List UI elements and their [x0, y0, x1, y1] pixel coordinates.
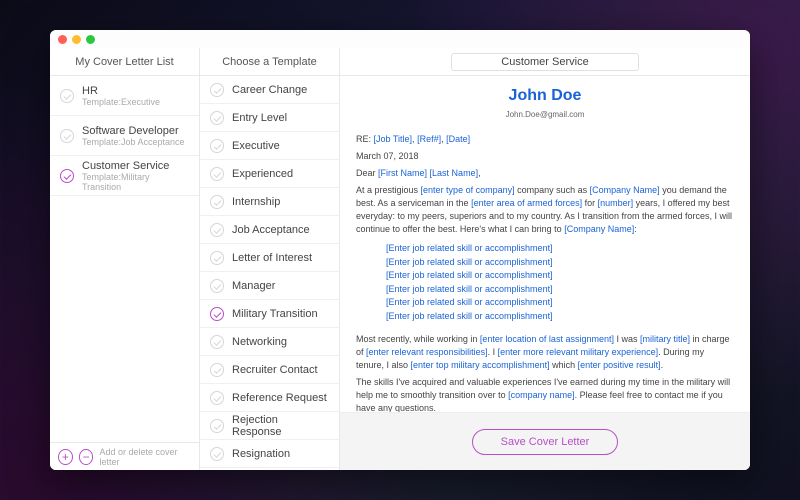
check-icon	[210, 195, 224, 209]
minimize-icon[interactable]	[72, 35, 81, 44]
bullet-item: [Enter job related skill or accomplishme…	[386, 310, 734, 324]
template-item[interactable]: Entry Level	[200, 104, 339, 132]
template-item[interactable]: Job Acceptance	[200, 216, 339, 244]
date-line: March 07, 2018	[356, 150, 734, 163]
template-label: Entry Level	[232, 112, 287, 124]
check-icon	[210, 111, 224, 125]
maximize-icon[interactable]	[86, 35, 95, 44]
main-columns: My Cover Letter List HRTemplate:Executiv…	[50, 48, 750, 470]
template-item[interactable]: Experienced	[200, 160, 339, 188]
placeholder: [Job Title]	[374, 134, 413, 144]
applicant-name: John Doe	[356, 84, 734, 107]
document-header	[340, 48, 750, 76]
check-icon	[210, 279, 224, 293]
check-icon	[210, 139, 224, 153]
template-item[interactable]: Reference Request	[200, 384, 339, 412]
app-window: My Cover Letter List HRTemplate:Executiv…	[50, 30, 750, 470]
check-icon	[210, 419, 224, 433]
template-item[interactable]: Career Change	[200, 76, 339, 104]
check-icon	[60, 129, 74, 143]
check-icon	[210, 251, 224, 265]
cover-letter-item[interactable]: HRTemplate:Executive	[50, 76, 199, 116]
template-list-panel: Choose a Template Career Change Entry Lev…	[200, 48, 340, 470]
template-label: Letter of Interest	[232, 252, 312, 264]
bullet-item: [Enter job related skill or accomplishme…	[386, 296, 734, 310]
check-icon	[60, 169, 74, 183]
template-label: Resignation	[232, 448, 290, 460]
check-icon	[210, 447, 224, 461]
delete-cover-letter-button[interactable]: −	[79, 449, 94, 465]
template-label: Rejection Response	[232, 414, 329, 438]
check-icon	[60, 89, 74, 103]
template-label: Recruiter Contact	[232, 364, 318, 376]
template-list: Career Change Entry Level Executive Experie…	[200, 76, 339, 470]
check-icon	[210, 223, 224, 237]
bullet-item: [Enter job related skill or accomplishme…	[386, 269, 734, 283]
template-label: Experienced	[232, 168, 293, 180]
paragraph-1: At a prestigious [enter type of company]…	[356, 184, 734, 236]
cover-letter-list-heading: My Cover Letter List	[50, 48, 199, 76]
template-label: Internship	[232, 196, 280, 208]
document-panel: John Doe John.Doe@gmail.com RE: [Job Tit…	[340, 48, 750, 470]
check-icon	[210, 83, 224, 97]
item-name: Software Developer	[82, 125, 185, 137]
placeholder: [First Name]	[378, 168, 427, 178]
check-icon	[210, 363, 224, 377]
item-template: Template:Military Transition	[82, 172, 189, 192]
save-button[interactable]: Save Cover Letter	[472, 429, 619, 455]
template-label: Networking	[232, 336, 287, 348]
item-name: Customer Service	[82, 160, 189, 172]
template-label: Career Change	[232, 84, 307, 96]
footer-hint: Add or delete cover letter	[99, 447, 191, 467]
template-item[interactable]: Executive	[200, 132, 339, 160]
placeholder: [Last Name]	[430, 168, 479, 178]
cover-letter-item[interactable]: Software DeveloperTemplate:Job Acceptanc…	[50, 116, 199, 156]
greeting-line: Dear [First Name] [Last Name],	[356, 167, 734, 180]
check-icon	[210, 335, 224, 349]
template-item[interactable]: Internship	[200, 188, 339, 216]
bullet-list: [Enter job related skill or accomplishme…	[356, 240, 734, 329]
check-icon	[210, 307, 224, 321]
re-line: RE: [Job Title], [Ref#], [Date]	[356, 133, 734, 146]
template-item[interactable]: Military Transition	[200, 300, 339, 328]
paragraph-3: The skills I've acquired and valuable ex…	[356, 376, 734, 412]
template-item[interactable]: Rejection Response	[200, 412, 339, 440]
close-icon[interactable]	[58, 35, 67, 44]
item-template: Template:Executive	[82, 97, 160, 107]
document-title-input[interactable]	[451, 53, 639, 71]
cover-letter-list-footer: + − Add or delete cover letter	[50, 442, 199, 470]
template-item[interactable]: Letter of Interest	[200, 244, 339, 272]
bullet-item: [Enter job related skill or accomplishme…	[386, 283, 734, 297]
add-cover-letter-button[interactable]: +	[58, 449, 73, 465]
paragraph-2: Most recently, while working in [enter l…	[356, 333, 734, 372]
template-label: Job Acceptance	[232, 224, 310, 236]
template-item[interactable]: Manager	[200, 272, 339, 300]
cover-letter-list-panel: My Cover Letter List HRTemplate:Executiv…	[50, 48, 200, 470]
applicant-email: John.Doe@gmail.com	[356, 109, 734, 121]
document-footer: Save Cover Letter	[340, 412, 750, 470]
template-item[interactable]: Resignation	[200, 440, 339, 468]
check-icon	[210, 167, 224, 181]
template-item[interactable]: Networking	[200, 328, 339, 356]
item-template: Template:Job Acceptance	[82, 137, 185, 147]
placeholder: [Ref#]	[417, 134, 441, 144]
window-titlebar	[50, 30, 750, 48]
template-label: Manager	[232, 280, 275, 292]
template-label: Reference Request	[232, 392, 327, 404]
check-icon	[210, 391, 224, 405]
cover-letter-list: HRTemplate:ExecutiveSoftware DeveloperTe…	[50, 76, 199, 442]
item-name: HR	[82, 85, 160, 97]
template-list-heading: Choose a Template	[200, 48, 339, 76]
bullet-item: [Enter job related skill or accomplishme…	[386, 256, 734, 270]
bullet-item: [Enter job related skill or accomplishme…	[386, 242, 734, 256]
placeholder: [Date]	[446, 134, 470, 144]
template-item[interactable]: Recruiter Contact	[200, 356, 339, 384]
cover-letter-item[interactable]: Customer ServiceTemplate:Military Transi…	[50, 156, 199, 196]
template-label: Military Transition	[232, 308, 318, 320]
template-label: Executive	[232, 140, 280, 152]
document-body[interactable]: John Doe John.Doe@gmail.com RE: [Job Tit…	[340, 76, 750, 412]
